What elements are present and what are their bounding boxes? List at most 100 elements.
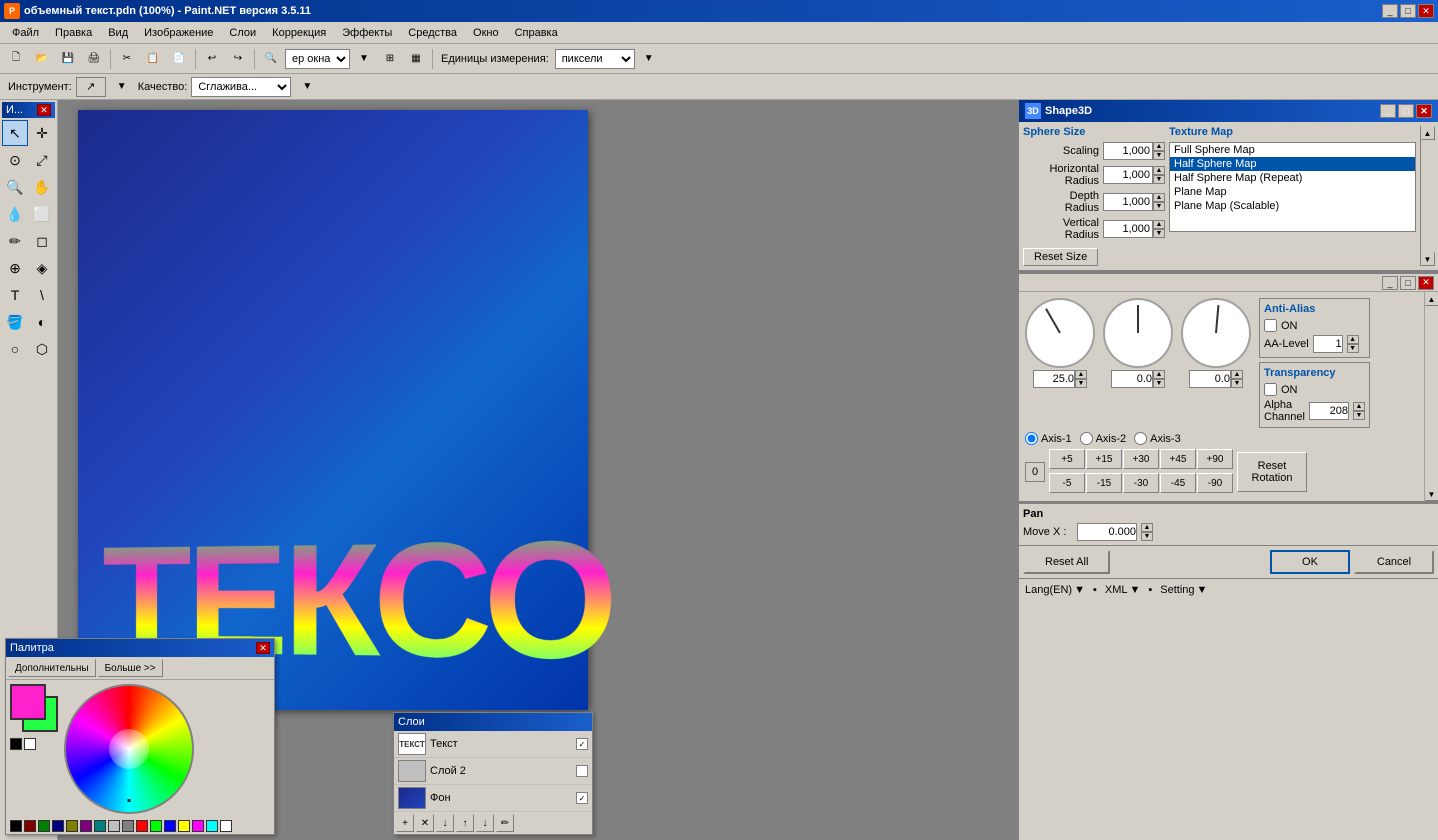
texture-item-1[interactable]: Half Sphere Map — [1170, 157, 1415, 171]
rot-scroll-up[interactable]: ▲ — [1425, 292, 1438, 306]
shape3d-close[interactable]: ✕ — [1416, 104, 1432, 118]
dial-1-input[interactable] — [1033, 370, 1075, 388]
step-minus45[interactable]: -45 — [1160, 473, 1196, 493]
chip-1[interactable] — [24, 820, 36, 832]
menu-edit[interactable]: Правка — [47, 25, 100, 41]
tool-eyedrop[interactable]: 💧 — [2, 201, 28, 227]
chip-10[interactable] — [150, 820, 162, 832]
layer-vis-3[interactable]: ✓ — [576, 792, 588, 804]
color-wheel[interactable] — [64, 684, 194, 814]
chip-2[interactable] — [38, 820, 50, 832]
quality-select[interactable]: Сглажива... — [191, 77, 291, 97]
tool-ellipse[interactable]: ○ — [2, 336, 28, 362]
dial-2-input[interactable] — [1111, 370, 1153, 388]
undo-btn[interactable]: ↩ — [200, 47, 224, 71]
layer-down2-btn[interactable]: ↓ — [476, 814, 494, 832]
tool-gradient[interactable]: ◐ — [29, 309, 55, 335]
dial-3-up[interactable]: ▲ — [1231, 370, 1243, 379]
tool-move[interactable]: ✛ — [29, 120, 55, 146]
print-btn[interactable]: 🖨 — [82, 47, 106, 71]
menu-window[interactable]: Окно — [465, 25, 507, 41]
menu-file[interactable]: Файл — [4, 25, 47, 41]
chip-0[interactable] — [10, 820, 22, 832]
layer-vis-1[interactable]: ✓ — [576, 738, 588, 750]
axis-2-radio[interactable] — [1080, 432, 1093, 445]
menu-effects[interactable]: Эффекты — [334, 25, 400, 41]
zero-btn[interactable]: 0 — [1025, 462, 1045, 482]
step-minus5[interactable]: -5 — [1049, 473, 1085, 493]
chip-7[interactable] — [108, 820, 120, 832]
cancel-btn[interactable]: Cancel — [1354, 550, 1434, 574]
dial-2-up[interactable]: ▲ — [1153, 370, 1165, 379]
chip-6[interactable] — [94, 820, 106, 832]
layer-delete-btn[interactable]: ✕ — [416, 814, 434, 832]
d-radius-input[interactable] — [1103, 193, 1153, 211]
tool-rect[interactable]: ⬜ — [29, 201, 55, 227]
units-dropdown[interactable]: ▼ — [637, 47, 661, 71]
menu-tools[interactable]: Средства — [400, 25, 465, 41]
maximize-btn[interactable]: □ — [1400, 4, 1416, 18]
reset-size-btn[interactable]: Reset Size — [1023, 248, 1098, 266]
dial-2[interactable] — [1103, 298, 1173, 368]
scroll-up-1[interactable]: ▲ — [1421, 126, 1435, 140]
palette-more-btn[interactable]: Больше >> — [98, 659, 163, 677]
units-select[interactable]: пиксели — [555, 49, 635, 69]
tool-selector[interactable]: ↗ — [76, 77, 106, 97]
step-plus45[interactable]: +45 — [1160, 449, 1196, 469]
menu-correction[interactable]: Коррекция — [264, 25, 334, 41]
dial-1[interactable] — [1025, 298, 1095, 368]
chip-14[interactable] — [206, 820, 218, 832]
chip-11[interactable] — [164, 820, 176, 832]
tool-move2[interactable]: ⤢ — [29, 147, 55, 173]
h-radius-input[interactable] — [1103, 166, 1153, 184]
dial-3[interactable] — [1181, 298, 1251, 368]
chip-8[interactable] — [122, 820, 134, 832]
black-swatch[interactable] — [10, 738, 22, 750]
dial-3-down[interactable]: ▼ — [1231, 379, 1243, 388]
minimize-btn[interactable]: _ — [1382, 4, 1398, 18]
v-radius-up[interactable]: ▲ — [1153, 220, 1165, 229]
layer-up-btn[interactable]: ↑ — [456, 814, 474, 832]
zoom-fit-btn[interactable]: ⊞ — [378, 47, 402, 71]
save-btn[interactable]: 💾 — [56, 47, 80, 71]
paste-btn[interactable]: 📄 — [167, 47, 191, 71]
tool-dropdown[interactable]: ▼ — [110, 75, 134, 99]
tool-freeform[interactable]: ⬡ — [29, 336, 55, 362]
xml-item[interactable]: XML ▼ — [1105, 584, 1141, 596]
redo-btn[interactable]: ↪ — [226, 47, 250, 71]
tool-stamp[interactable]: ⊕ — [2, 255, 28, 281]
tool-hand[interactable]: ✋ — [29, 174, 55, 200]
tools-close[interactable]: ✕ — [37, 104, 51, 116]
texture-item-4[interactable]: Plane Map (Scalable) — [1170, 199, 1415, 213]
tool-text[interactable]: T — [2, 282, 28, 308]
tool-zoom[interactable]: 🔍 — [2, 174, 28, 200]
step-minus30[interactable]: -30 — [1123, 473, 1159, 493]
axis-1-label[interactable]: Axis-1 — [1025, 432, 1072, 445]
reset-rotation-btn[interactable]: ResetRotation — [1237, 452, 1307, 492]
v-radius-down[interactable]: ▼ — [1153, 229, 1165, 238]
chip-9[interactable] — [136, 820, 148, 832]
zoom-out-btn[interactable]: 🔍 — [259, 47, 283, 71]
tool-eraser[interactable]: ◻ — [29, 228, 55, 254]
chip-13[interactable] — [192, 820, 204, 832]
zoom-dropdown[interactable]: ▼ — [352, 47, 376, 71]
step-plus30[interactable]: +30 — [1123, 449, 1159, 469]
menu-layers[interactable]: Слои — [221, 25, 264, 41]
h-radius-up[interactable]: ▲ — [1153, 166, 1165, 175]
texture-item-2[interactable]: Half Sphere Map (Repeat) — [1170, 171, 1415, 185]
d-radius-down[interactable]: ▼ — [1153, 202, 1165, 211]
layer-edit-btn[interactable]: ✏ — [496, 814, 514, 832]
scroll-down-1[interactable]: ▼ — [1421, 252, 1435, 266]
aa-down[interactable]: ▼ — [1347, 344, 1359, 353]
scaling-input[interactable] — [1103, 142, 1153, 160]
dial-1-down[interactable]: ▼ — [1075, 379, 1087, 388]
tool-lasso[interactable]: ⊙ — [2, 147, 28, 173]
rot-scroll-down[interactable]: ▼ — [1425, 487, 1438, 501]
scaling-up[interactable]: ▲ — [1153, 142, 1165, 151]
tool-line[interactable]: \ — [29, 282, 55, 308]
shape3d-max[interactable]: □ — [1398, 104, 1414, 118]
copy-btn[interactable]: 📋 — [141, 47, 165, 71]
axis-1-radio[interactable] — [1025, 432, 1038, 445]
open-btn[interactable]: 📂 — [30, 47, 54, 71]
tool-select[interactable]: ↖ — [2, 120, 28, 146]
